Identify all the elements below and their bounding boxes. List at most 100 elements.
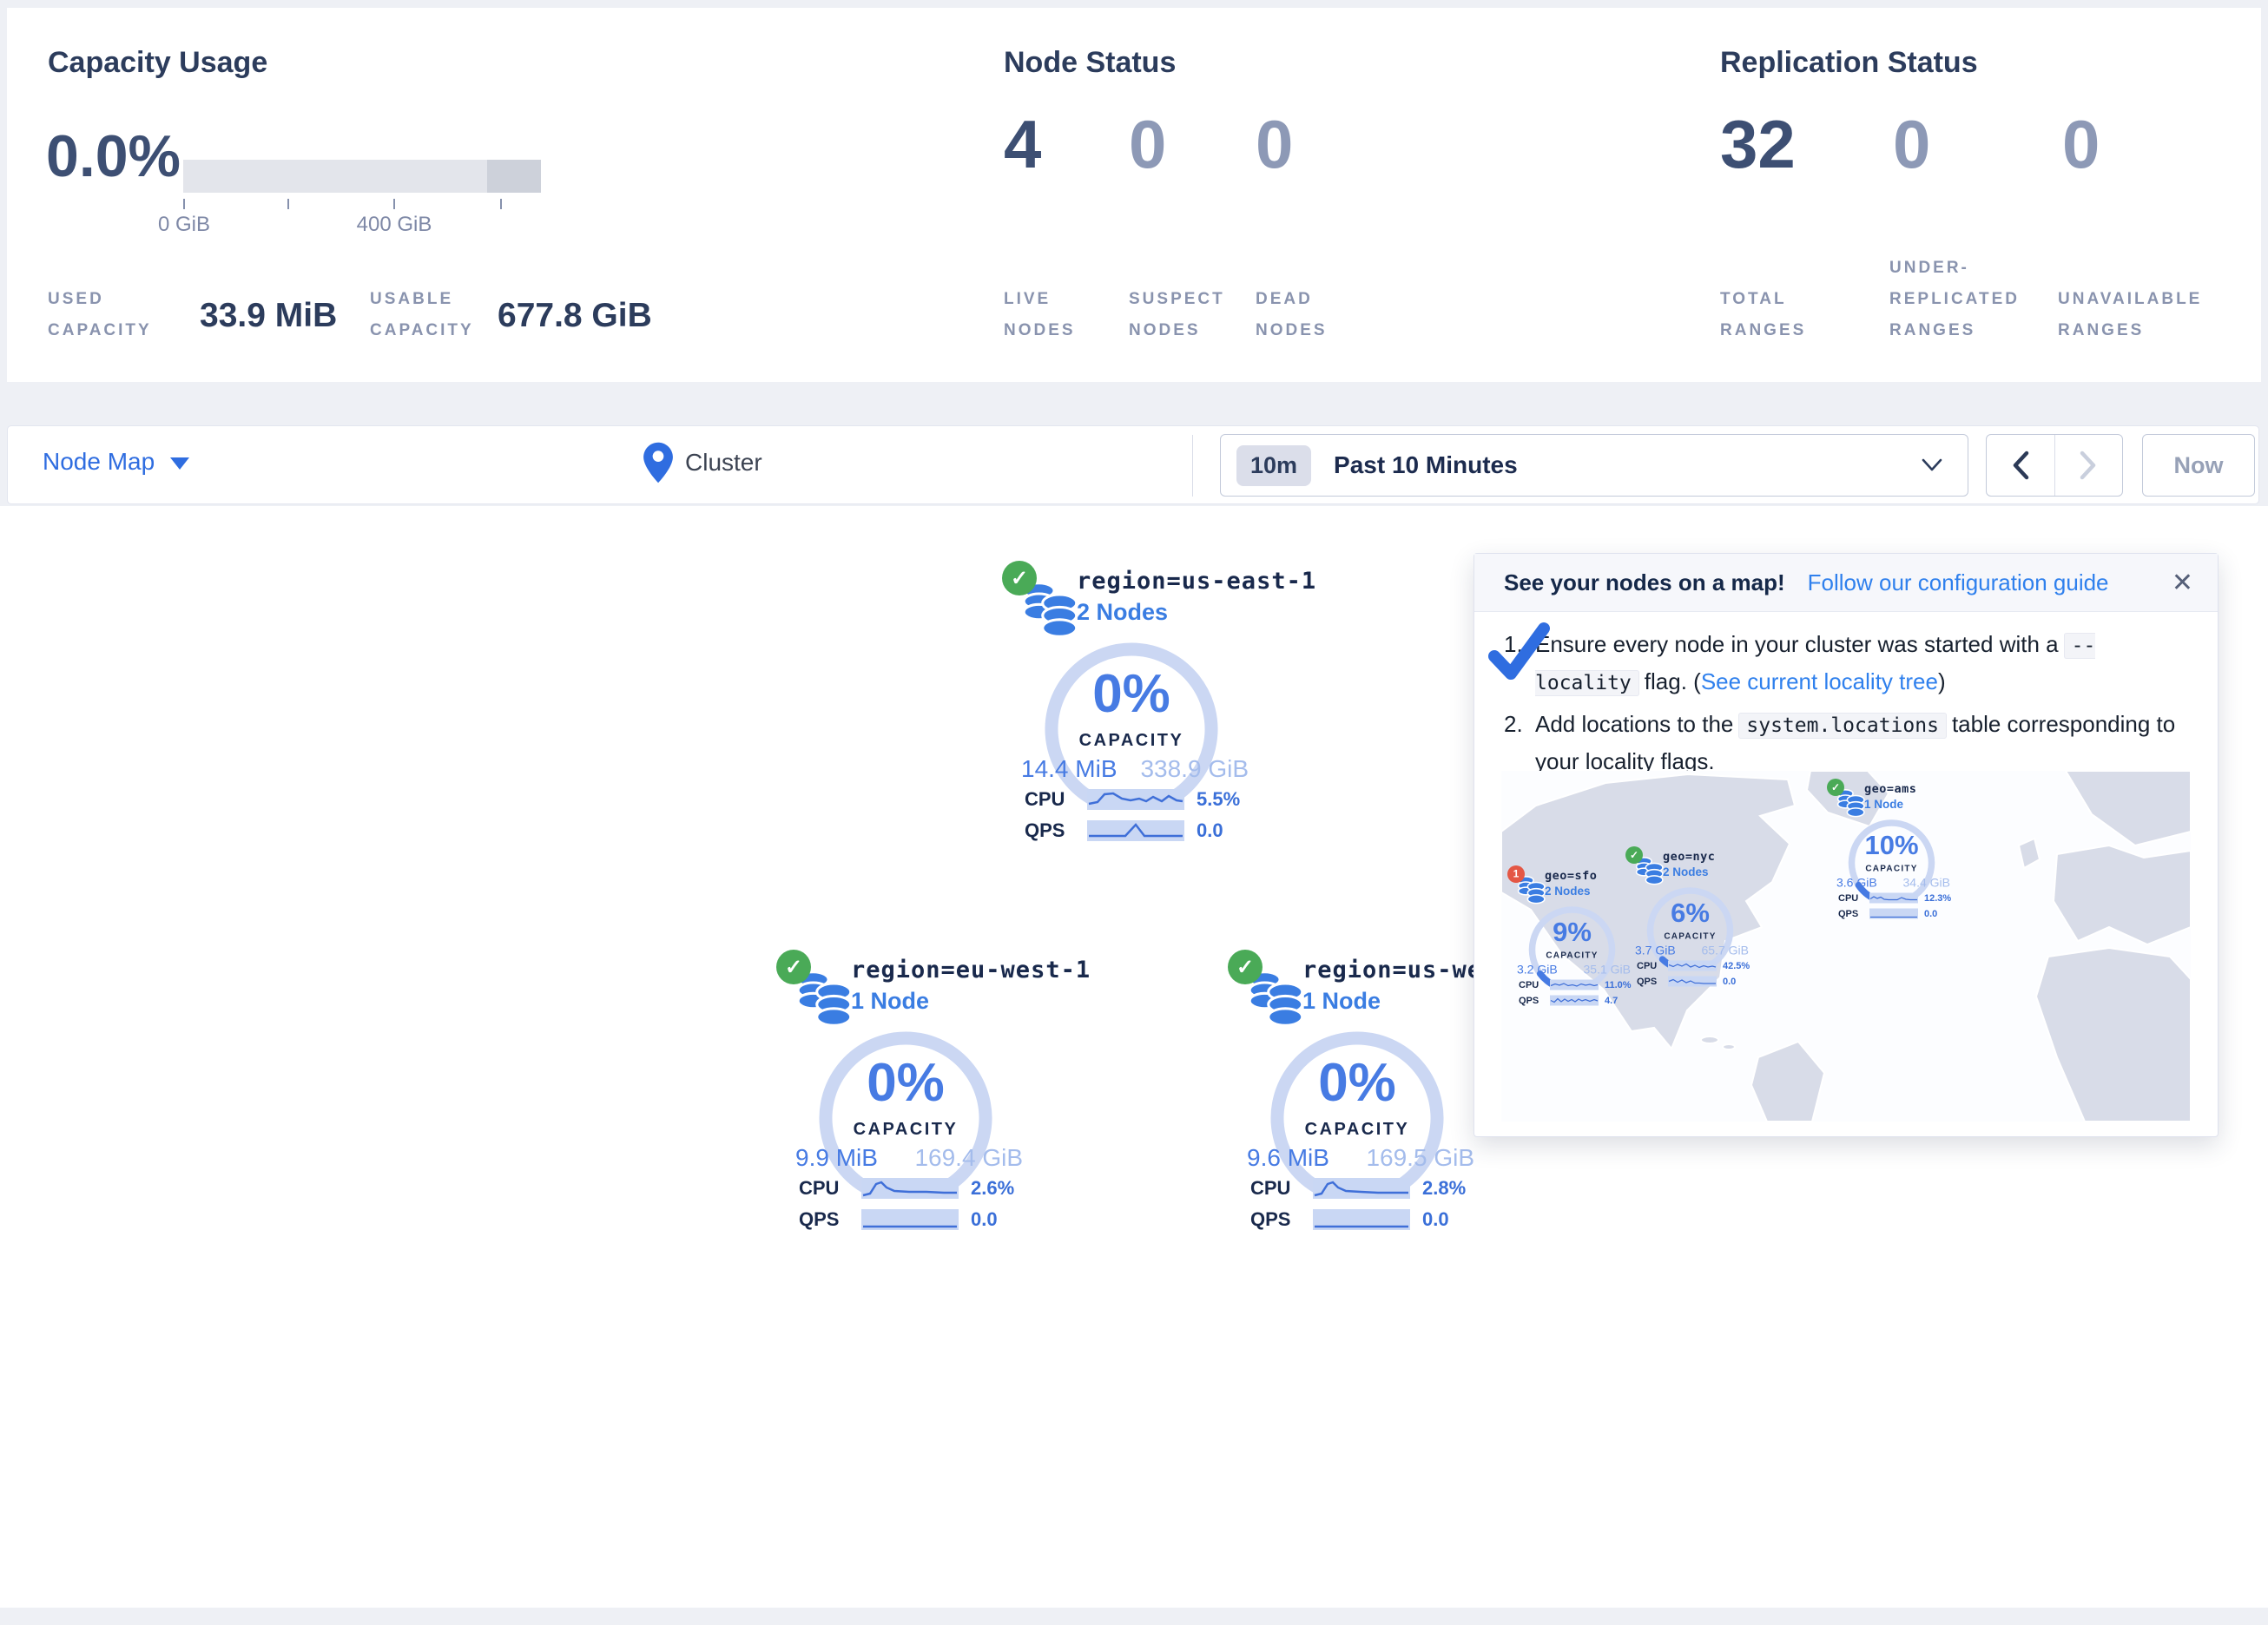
configuration-guide-link[interactable]: Follow our configuration guide: [1808, 569, 2109, 596]
capacity-bar-reserved-segment: [487, 160, 541, 193]
region-total-capacity: 35.1 GiB: [1584, 963, 1631, 977]
chevron-down-icon: [1921, 457, 1943, 473]
cpu-label: CPU: [1519, 979, 1544, 990]
qps-label: QPS: [1519, 995, 1544, 1006]
unavailable-ranges-count: 0: [2062, 105, 2100, 184]
region-node-count: 2 Nodes: [1663, 865, 1709, 879]
region-total-capacity: 34.4 GiB: [1903, 876, 1950, 890]
step-text: Add locations to the: [1535, 711, 1733, 737]
qps-sparkline: [1550, 996, 1599, 1006]
capacity-tick: [287, 199, 289, 209]
qps-value: 0.0: [1197, 819, 1223, 842]
cluster-summary-panel: Capacity Usage 0.0% 0 GiB 400 GiB USED C…: [7, 8, 2261, 382]
region-warning-badge: 1: [1507, 865, 1525, 883]
region-node-count: 2 Nodes: [1545, 885, 1591, 898]
toolbar-divider: [1192, 435, 1193, 497]
step-text: Ensure every node in your cluster was st…: [1535, 631, 2059, 657]
time-step-buttons: [1986, 434, 2123, 497]
region-node-count: 1 Node: [1302, 988, 1381, 1015]
node-status-title: Node Status: [1004, 46, 1176, 80]
time-range-dropdown[interactable]: 10m Past 10 Minutes: [1220, 434, 1968, 497]
cluster-overview-page: { "stats": { "capacity": { "title": "Cap…: [0, 0, 2268, 1625]
step-number: 2.: [1504, 707, 1535, 780]
qps-value: 0.0: [971, 1208, 998, 1231]
capacity-gauge-label: CAPACITY: [1844, 864, 1940, 874]
suspect-nodes-count: 0: [1129, 105, 1166, 184]
used-capacity-value: 33.9 MiB: [200, 297, 337, 335]
qps-value: 0.0: [1924, 908, 1937, 919]
view-mode-dropdown[interactable]: Node Map: [43, 448, 189, 476]
cpu-sparkline: [861, 1178, 959, 1199]
breadcrumb[interactable]: Cluster: [642, 440, 762, 485]
live-nodes-count: 4: [1004, 105, 1041, 184]
check-icon: ✓: [1236, 955, 1254, 980]
replication-status-title: Replication Status: [1720, 46, 1978, 80]
region-healthy-badge: ✓: [776, 950, 811, 984]
locality-tree-link[interactable]: See current locality tree: [1701, 668, 1938, 694]
capacity-percent: 0.0%: [46, 122, 181, 190]
unavailable-ranges-label: UNAVAILABLE RANGES: [2058, 284, 2202, 346]
region-group-eu-west-1[interactable]: ✓ region=eu-west-1 1 Node 0% CAPACITY 9.…: [780, 955, 1058, 1241]
check-icon: ✓: [785, 955, 802, 980]
map-toolbar: Node Map Cluster 10m Past 10 Minutes Now: [7, 425, 2259, 504]
region-group-us-east-1[interactable]: ✓ region=us-east-1 2 Nodes 0% CAPACITY 1…: [1005, 566, 1283, 852]
region-name: region=eu-west-1: [851, 957, 1091, 984]
region-name: geo=sfo: [1545, 869, 1597, 883]
region-total-capacity: 169.4 GiB: [914, 1144, 1023, 1172]
dead-nodes-label: DEAD NODES: [1256, 284, 1328, 346]
region-healthy-badge: ✓: [1002, 561, 1037, 595]
region-name: geo=ams: [1864, 782, 1916, 796]
used-capacity-label: USED CAPACITY: [48, 284, 152, 346]
qps-label: QPS: [1250, 1208, 1301, 1231]
qps-sparkline: [1668, 977, 1717, 987]
capacity-gauge-label: CAPACITY: [1525, 951, 1620, 961]
cpu-value: 12.3%: [1924, 892, 1951, 904]
region-node-count: 1 Node: [1864, 798, 1903, 812]
region-used-capacity: 14.4 MiB: [1021, 755, 1118, 783]
time-forward-button[interactable]: [2055, 435, 2123, 496]
qps-label: QPS: [1025, 819, 1075, 842]
capacity-tick: [183, 199, 185, 209]
region-group-geo-nyc[interactable]: ✓ geo=nyc 2 Nodes 6% CAPACITY 3.7 GiB 65…: [1627, 849, 1766, 992]
capacity-tick-label-400: 400 GiB: [357, 213, 432, 237]
cpu-label: CPU: [1838, 892, 1863, 904]
cpu-value: 5.5%: [1197, 788, 1240, 811]
region-total-capacity: 338.9 GiB: [1140, 755, 1249, 783]
cpu-label: CPU: [1025, 788, 1075, 811]
now-button[interactable]: Now: [2142, 434, 2255, 497]
system-locations-code: system.locations: [1738, 713, 1947, 739]
cpu-label: CPU: [1250, 1177, 1301, 1200]
cpu-value: 2.6%: [971, 1177, 1014, 1200]
cpu-sparkline: [1668, 961, 1717, 971]
cpu-sparkline: [1087, 789, 1184, 810]
under-replicated-label: UNDER- REPLICATED RANGES: [1889, 253, 2020, 346]
time-back-button[interactable]: [1987, 435, 2055, 496]
check-icon: ✓: [1630, 849, 1638, 862]
region-group-us-west-1[interactable]: ✓ region=us-west-1 1 Node 0% CAPACITY 9.…: [1231, 955, 1509, 1241]
cpu-sparkline: [1869, 893, 1918, 904]
qps-sparkline: [1087, 820, 1184, 841]
qps-value: 4.7: [1605, 995, 1618, 1006]
capacity-tick: [500, 199, 502, 209]
cpu-sparkline: [1313, 1178, 1410, 1199]
region-node-count: 2 Nodes: [1077, 599, 1168, 626]
region-total-capacity: 169.5 GiB: [1366, 1144, 1474, 1172]
region-healthy-badge: ✓: [1827, 779, 1844, 796]
total-ranges-count: 32: [1720, 105, 1796, 184]
qps-sparkline: [1313, 1209, 1410, 1230]
qps-sparkline: [861, 1209, 959, 1230]
region-group-geo-ams[interactable]: ✓ geo=ams 1 Node 10% CAPACITY 3.6 GiB 34…: [1829, 781, 1968, 924]
capacity-gauge-label: CAPACITY: [1262, 1120, 1453, 1140]
region-used-capacity: 3.6 GiB: [1836, 876, 1877, 890]
time-range-label: Past 10 Minutes: [1334, 451, 1518, 479]
capacity-gauge-percent: 9%: [1525, 917, 1620, 948]
qps-label: QPS: [799, 1208, 849, 1231]
cpu-sparkline: [1550, 980, 1599, 990]
region-used-capacity: 9.6 MiB: [1247, 1144, 1329, 1172]
close-icon[interactable]: ✕: [2172, 568, 2193, 598]
usable-capacity-value: 677.8 GiB: [498, 297, 652, 335]
time-range-badge: 10m: [1236, 445, 1311, 486]
under-replicated-count: 0: [1893, 105, 1930, 184]
capacity-gauge-percent: 6%: [1643, 898, 1738, 929]
cpu-value: 2.8%: [1422, 1177, 1466, 1200]
